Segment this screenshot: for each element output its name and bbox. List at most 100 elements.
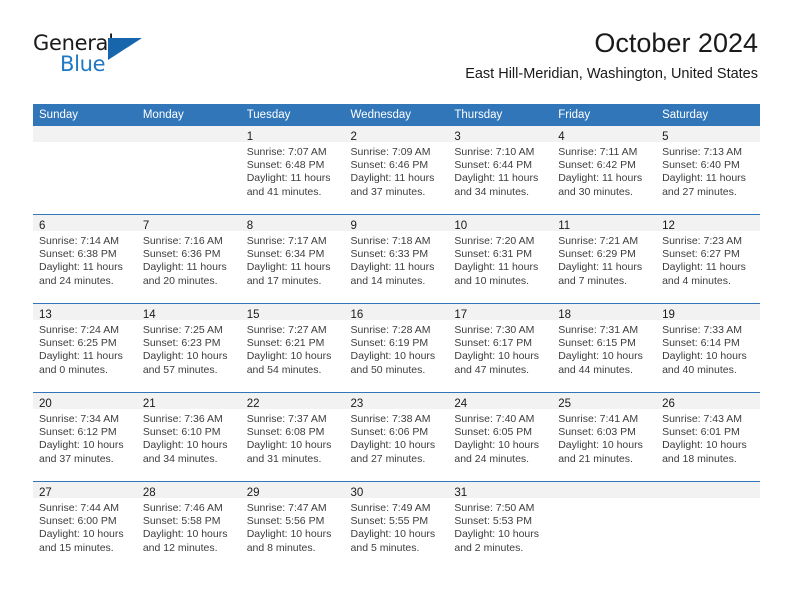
calendar-day-cell[interactable]: 5 Sunrise: 7:13 AM Sunset: 6:40 PM Daylight… — [656, 126, 760, 215]
sunrise-text: Sunrise: 7:41 AM — [558, 413, 639, 425]
day-details: Sunrise: 7:49 AM Sunset: 5:55 PM Daylight:… — [345, 498, 449, 555]
day-number-band: 8 — [240, 215, 345, 232]
day-number: 12 — [662, 220, 675, 232]
daylight-text-line1: Daylight: 11 hours — [558, 261, 643, 274]
day-number: 31 — [454, 487, 468, 499]
calendar-day-cell[interactable]: 20 Sunrise: 7:34 AM Sunset: 6:12 PM Dayligh… — [33, 392, 137, 482]
day-cell-inner: 20 Sunrise: 7:34 AM Sunset: 6:12 PM Dayligh… — [33, 393, 137, 481]
day-number-band: 27 — [33, 482, 137, 499]
day-number: 16 — [350, 309, 364, 321]
day-details: Sunrise: 7:27 AM Sunset: 6:21 PM Daylight:… — [241, 320, 345, 377]
day-number: 4 — [558, 131, 565, 143]
day-cell-inner: 15 Sunrise: 7:27 AM Sunset: 6:21 PM Dayligh… — [240, 304, 345, 392]
day-cell-inner: 23 Sunrise: 7:38 AM Sunset: 6:06 PM Dayligh… — [344, 393, 449, 481]
sunset-text: Sunset: 6:06 PM — [350, 426, 429, 439]
sunset-text: Sunset: 6:27 PM — [662, 248, 740, 261]
calendar-week-row: 20 Sunrise: 7:34 AM Sunset: 6:12 PM Dayligh… — [33, 392, 760, 482]
sunset-text: Sunset: 6:01 PM — [662, 426, 740, 439]
calendar-day-cell[interactable]: 31 Sunrise: 7:50 AM Sunset: 5:53 PM Dayligh… — [448, 481, 553, 570]
calendar-day-cell[interactable]: 1 Sunrise: 7:07 AM Sunset: 6:48 PM Daylight… — [240, 126, 345, 215]
calendar-day-cell[interactable]: 25 Sunrise: 7:41 AM Sunset: 6:03 PM Dayligh… — [552, 392, 657, 482]
calendar-day-cell[interactable]: 4 Sunrise: 7:11 AM Sunset: 6:42 PM Daylight… — [552, 126, 657, 215]
calendar-day-cell[interactable]: 12 Sunrise: 7:23 AM Sunset: 6:27 PM Dayligh… — [656, 214, 760, 304]
daylight-text-line2: and 30 minutes. — [558, 185, 633, 198]
general-blue-logo[interactable]: General Blue — [33, 33, 143, 81]
daylight-text-line1: Daylight: 10 hours — [350, 528, 436, 541]
logo-triangle-icon — [108, 38, 142, 60]
calendar-day-cell[interactable]: 27 Sunrise: 7:44 AM Sunset: 6:00 PM Dayligh… — [33, 481, 137, 570]
sunset-text: Sunset: 6:19 PM — [350, 337, 429, 350]
daylight-text-line2: and 37 minutes. — [350, 185, 426, 198]
calendar-day-cell[interactable]: 7 Sunrise: 7:16 AM Sunset: 6:36 PM Daylight… — [136, 214, 241, 304]
calendar-day-cell[interactable]: 14 Sunrise: 7:25 AM Sunset: 6:23 PM Dayligh… — [136, 303, 241, 393]
calendar-day-cell[interactable]: 26 Sunrise: 7:43 AM Sunset: 6:01 PM Dayligh… — [656, 392, 760, 482]
day-number-band: 19 — [656, 304, 760, 321]
day-number-band: 6 — [33, 215, 137, 232]
sunrise-text: Sunrise: 7:43 AM — [662, 413, 743, 425]
calendar-day-cell[interactable]: 28 Sunrise: 7:46 AM Sunset: 5:58 PM Dayligh… — [136, 481, 241, 570]
sunset-text: Sunset: 6:38 PM — [39, 248, 117, 261]
sunrise-text: Sunrise: 7:31 AM — [558, 324, 639, 336]
calendar-day-cell[interactable]: 21 Sunrise: 7:36 AM Sunset: 6:10 PM Dayligh… — [136, 392, 241, 482]
daylight-text-line2: and 18 minutes. — [662, 452, 737, 465]
day-number: 1 — [246, 131, 254, 143]
calendar-day-cell[interactable]: 22 Sunrise: 7:37 AM Sunset: 6:08 PM Dayligh… — [240, 392, 345, 482]
day-cell-inner — [656, 482, 760, 570]
day-details: Sunrise: 7:25 AM Sunset: 6:23 PM Daylight:… — [137, 320, 241, 377]
daylight-text-line2: and 37 minutes. — [39, 452, 114, 465]
sunrise-text: Sunrise: 7:21 AM — [558, 235, 639, 247]
daylight-text-line1: Daylight: 10 hours — [246, 350, 332, 363]
calendar-day-cell[interactable]: 2 Sunrise: 7:09 AM Sunset: 6:46 PM Daylight… — [344, 126, 449, 215]
calendar-day-cell[interactable]: 23 Sunrise: 7:38 AM Sunset: 6:06 PM Dayligh… — [344, 392, 449, 482]
day-details: Sunrise: 7:40 AM Sunset: 6:05 PM Daylight:… — [448, 409, 552, 466]
calendar-day-cell[interactable]: 30 Sunrise: 7:49 AM Sunset: 5:55 PM Dayligh… — [344, 481, 449, 570]
day-cell-inner: 5 Sunrise: 7:13 AM Sunset: 6:40 PM Daylight… — [656, 126, 760, 214]
day-details: Sunrise: 7:47 AM Sunset: 5:56 PM Daylight:… — [241, 498, 345, 555]
calendar-day-cell[interactable]: 11 Sunrise: 7:21 AM Sunset: 6:29 PM Dayligh… — [552, 214, 657, 304]
calendar-day-cell[interactable]: 15 Sunrise: 7:27 AM Sunset: 6:21 PM Dayligh… — [240, 303, 345, 393]
day-cell-inner: 3 Sunrise: 7:10 AM Sunset: 6:44 PM Daylight… — [448, 126, 553, 214]
sunset-text: Sunset: 6:40 PM — [662, 159, 740, 172]
calendar-week-row: 27 Sunrise: 7:44 AM Sunset: 6:00 PM Dayligh… — [33, 481, 760, 570]
daylight-text-line1: Daylight: 10 hours — [454, 350, 540, 363]
sunrise-text: Sunrise: 7:09 AM — [350, 146, 431, 158]
daylight-text-line2: and 47 minutes. — [454, 363, 530, 376]
sunrise-text: Sunrise: 7:50 AM — [454, 502, 535, 514]
day-details: Sunrise: 7:23 AM Sunset: 6:27 PM Daylight:… — [656, 231, 760, 288]
sunrise-text: Sunrise: 7:25 AM — [142, 324, 223, 336]
calendar-day-cell[interactable]: 24 Sunrise: 7:40 AM Sunset: 6:05 PM Dayligh… — [448, 392, 553, 482]
daylight-text-line1: Daylight: 10 hours — [558, 350, 643, 363]
day-number: 11 — [558, 220, 571, 232]
sunset-text: Sunset: 6:25 PM — [39, 337, 117, 350]
day-number: 10 — [454, 220, 468, 232]
day-number: 23 — [350, 398, 364, 410]
sunset-text: Sunset: 6:21 PM — [246, 337, 325, 350]
calendar-day-cell[interactable]: 6 Sunrise: 7:14 AM Sunset: 6:38 PM Daylight… — [33, 214, 137, 304]
calendar-day-cell[interactable]: 18 Sunrise: 7:31 AM Sunset: 6:15 PM Dayligh… — [552, 303, 657, 393]
daylight-text-line2: and 17 minutes. — [246, 274, 322, 287]
daylight-text-line1: Daylight: 11 hours — [39, 261, 123, 274]
calendar-day-cell[interactable]: 10 Sunrise: 7:20 AM Sunset: 6:31 PM Dayligh… — [448, 214, 553, 304]
day-details: Sunrise: 7:11 AM Sunset: 6:42 PM Daylight:… — [552, 142, 656, 199]
day-cell-inner: 8 Sunrise: 7:17 AM Sunset: 6:34 PM Daylight… — [240, 215, 345, 303]
calendar-day-cell[interactable]: 16 Sunrise: 7:28 AM Sunset: 6:19 PM Dayligh… — [344, 303, 449, 393]
calendar-day-cell[interactable]: 19 Sunrise: 7:33 AM Sunset: 6:14 PM Dayligh… — [656, 303, 760, 393]
daylight-text-line2: and 27 minutes. — [662, 185, 737, 198]
sunrise-text: Sunrise: 7:34 AM — [39, 413, 119, 425]
day-number: 5 — [662, 131, 669, 143]
weekday-header-thursday: Thursday — [448, 104, 553, 126]
sunset-text: Sunset: 5:53 PM — [454, 515, 533, 528]
calendar-day-cell[interactable]: 8 Sunrise: 7:17 AM Sunset: 6:34 PM Daylight… — [240, 214, 345, 304]
sunrise-text: Sunrise: 7:40 AM — [454, 413, 535, 425]
day-details: Sunrise: 7:17 AM Sunset: 6:34 PM Daylight:… — [241, 231, 345, 288]
daylight-text-line2: and 41 minutes. — [246, 185, 322, 198]
calendar-day-cell[interactable]: 29 Sunrise: 7:47 AM Sunset: 5:56 PM Dayligh… — [240, 481, 345, 570]
calendar-day-cell[interactable]: 17 Sunrise: 7:30 AM Sunset: 6:17 PM Dayligh… — [448, 303, 553, 393]
calendar-day-cell[interactable]: 3 Sunrise: 7:10 AM Sunset: 6:44 PM Daylight… — [448, 126, 553, 215]
sunset-text: Sunset: 6:12 PM — [39, 426, 117, 439]
day-cell-inner: 4 Sunrise: 7:11 AM Sunset: 6:42 PM Daylight… — [552, 126, 657, 214]
day-details: Sunrise: 7:09 AM Sunset: 6:46 PM Daylight:… — [345, 142, 449, 199]
calendar-day-cell[interactable]: 13 Sunrise: 7:24 AM Sunset: 6:25 PM Dayligh… — [33, 303, 137, 393]
calendar-day-cell[interactable]: 9 Sunrise: 7:18 AM Sunset: 6:33 PM Daylight… — [344, 214, 449, 304]
day-number-band: 9 — [344, 215, 449, 232]
